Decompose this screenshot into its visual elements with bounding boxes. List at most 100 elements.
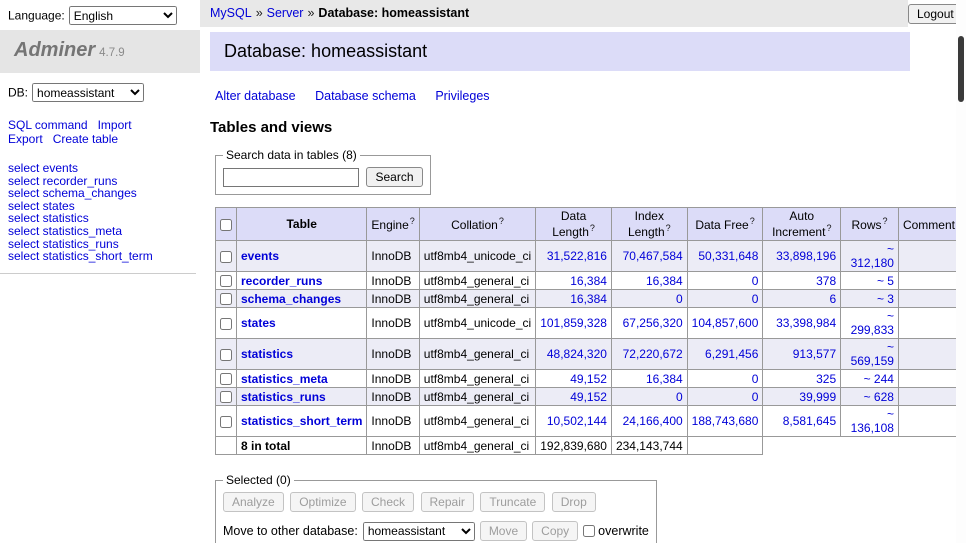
sidebar-link-create-table[interactable]: Create table [53, 132, 118, 146]
table-row: recorder_runs InnoDB utf8mb4_general_ci … [216, 272, 966, 290]
data-free-link[interactable]: 0 [752, 292, 759, 306]
table-row: events InnoDB utf8mb4_unicode_ci 31,522,… [216, 241, 966, 272]
database-schema-link[interactable]: Database schema [315, 89, 416, 103]
data-free-link[interactable]: 0 [752, 372, 759, 386]
table-link[interactable]: recorder_runs [241, 274, 322, 288]
index-length-link[interactable]: 0 [676, 390, 683, 404]
row-checkbox[interactable] [220, 391, 232, 403]
data-length-link[interactable]: 48,824,320 [547, 347, 607, 361]
table-link[interactable]: schema_changes [241, 292, 341, 306]
table-link[interactable]: statistics_runs [241, 390, 326, 404]
privileges-link[interactable]: Privileges [435, 89, 489, 103]
language-select[interactable]: English [69, 6, 177, 25]
rows-count-link[interactable]: ~ 312,180 [851, 242, 894, 270]
overwrite-option[interactable]: overwrite [583, 524, 649, 538]
vertical-scrollbar[interactable] [956, 0, 966, 543]
data-length-link[interactable]: 31,522,816 [547, 249, 607, 263]
table-link[interactable]: states [241, 316, 276, 330]
auto-increment-link[interactable]: 33,898,196 [776, 249, 836, 263]
alter-database-link[interactable]: Alter database [215, 89, 296, 103]
data-length-link[interactable]: 16,384 [570, 274, 607, 288]
index-length-link[interactable]: 67,256,320 [623, 316, 683, 330]
main-area: MySQL»Server»Database: homeassistant Log… [200, 0, 966, 543]
auto-increment-link[interactable]: 6 [829, 292, 836, 306]
logout-button[interactable]: Logout [908, 4, 963, 24]
rows-count-link[interactable]: ~ 3 [877, 292, 894, 306]
index-length-link[interactable]: 70,467,584 [623, 249, 683, 263]
auto-increment-link[interactable]: 8,581,645 [783, 414, 836, 428]
copy-button[interactable]: Copy [532, 521, 578, 541]
repair-button[interactable]: Repair [421, 492, 474, 512]
row-checkbox[interactable] [220, 373, 232, 385]
data-length-link[interactable]: 49,152 [570, 372, 607, 386]
move-database-select[interactable]: homeassistant [363, 522, 475, 541]
check-button[interactable]: Check [362, 492, 414, 512]
data-free-link[interactable]: 0 [752, 390, 759, 404]
table-link[interactable]: statistics_short_term [241, 414, 362, 428]
help-link[interactable]: ? [499, 216, 504, 226]
auto-increment-link[interactable]: 33,398,984 [776, 316, 836, 330]
selected-legend: Selected (0) [223, 473, 294, 487]
rows-count-link[interactable]: ~ 628 [864, 390, 894, 404]
rows-count-link[interactable]: ~ 5 [877, 274, 894, 288]
help-link[interactable]: ? [826, 223, 831, 233]
data-length-link[interactable]: 10,502,144 [547, 414, 607, 428]
sidebar-link-import[interactable]: Import [98, 118, 132, 132]
row-checkbox[interactable] [220, 293, 232, 305]
help-link[interactable]: ? [750, 216, 755, 226]
sidebar-table-link[interactable]: select events [8, 162, 192, 175]
data-free-link[interactable]: 0 [752, 274, 759, 288]
truncate-button[interactable]: Truncate [480, 492, 545, 512]
index-length-link[interactable]: 16,384 [646, 274, 683, 288]
index-length-link[interactable]: 0 [676, 292, 683, 306]
help-link[interactable]: ? [590, 223, 595, 233]
data-free-link[interactable]: 188,743,680 [692, 414, 759, 428]
index-length-link[interactable]: 72,220,672 [623, 347, 683, 361]
auto-increment-link[interactable]: 39,999 [799, 390, 836, 404]
row-checkbox[interactable] [220, 318, 232, 330]
index-length-link[interactable]: 24,166,400 [623, 414, 683, 428]
table-link[interactable]: statistics [241, 347, 293, 361]
auto-increment-link[interactable]: 325 [816, 372, 836, 386]
row-checkbox[interactable] [220, 275, 232, 287]
index-length-link[interactable]: 16,384 [646, 372, 683, 386]
data-free-link[interactable]: 50,331,648 [698, 249, 758, 263]
sidebar-table-link[interactable]: select schema_changes [8, 187, 192, 200]
auto-increment-link[interactable]: 378 [816, 274, 836, 288]
sidebar-link-sql-command[interactable]: SQL command [8, 118, 88, 132]
drop-button[interactable]: Drop [552, 492, 596, 512]
data-length-link[interactable]: 16,384 [570, 292, 607, 306]
rows-count-link[interactable]: ~ 569,159 [851, 340, 894, 368]
overwrite-checkbox[interactable] [583, 525, 595, 537]
help-link[interactable]: ? [666, 223, 671, 233]
sidebar-table-link[interactable]: select statistics_meta [8, 225, 192, 238]
help-link[interactable]: ? [410, 216, 415, 226]
db-select[interactable]: homeassistant [32, 83, 144, 102]
auto-increment-link[interactable]: 913,577 [793, 347, 836, 361]
row-checkbox[interactable] [220, 251, 232, 263]
sidebar-table-link[interactable]: select statistics_short_term [8, 250, 192, 263]
table-link[interactable]: statistics_meta [241, 372, 328, 386]
rows-count-link[interactable]: ~ 136,108 [851, 407, 894, 435]
breadcrumb-link-mysql[interactable]: MySQL [210, 6, 252, 20]
select-all-checkbox[interactable] [220, 219, 232, 231]
search-button[interactable]: Search [366, 167, 422, 187]
search-input[interactable] [223, 168, 359, 187]
data-free-link[interactable]: 6,291,456 [705, 347, 758, 361]
data-free-link[interactable]: 104,857,600 [692, 316, 759, 330]
move-button[interactable]: Move [480, 521, 527, 541]
total-empty-cell [216, 437, 237, 455]
data-length-link[interactable]: 101,859,328 [540, 316, 607, 330]
rows-count-link[interactable]: ~ 299,833 [851, 309, 894, 337]
optimize-button[interactable]: Optimize [290, 492, 355, 512]
scrollbar-thumb[interactable] [958, 36, 964, 102]
data-length-link[interactable]: 49,152 [570, 390, 607, 404]
analyze-button[interactable]: Analyze [223, 492, 284, 512]
sidebar-link-export[interactable]: Export [8, 132, 43, 146]
help-link[interactable]: ? [883, 216, 888, 226]
row-checkbox[interactable] [220, 416, 232, 428]
table-link[interactable]: events [241, 249, 279, 263]
breadcrumb-link-server[interactable]: Server [267, 6, 304, 20]
rows-count-link[interactable]: ~ 244 [864, 372, 894, 386]
row-checkbox[interactable] [220, 349, 232, 361]
